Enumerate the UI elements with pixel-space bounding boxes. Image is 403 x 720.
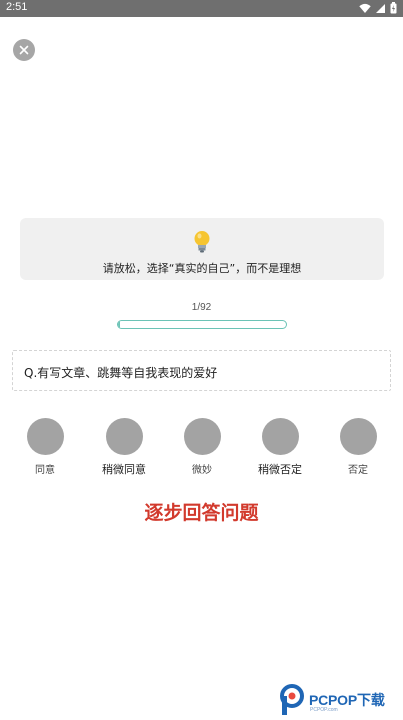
option-label: 微妙 (192, 465, 212, 476)
option-label: 稍微同意 (102, 463, 146, 476)
option-slightly-disagree[interactable]: 稍微否定 (250, 418, 310, 477)
tip-text: 请放松，选择“真实的自己”，而不是理想 (102, 262, 302, 275)
option-circle[interactable] (261, 418, 299, 455)
progress-fill (118, 321, 120, 328)
close-button[interactable] (13, 39, 35, 61)
option-neutral[interactable]: 微妙 (172, 418, 232, 476)
option-circle[interactable] (339, 418, 377, 455)
option-circle[interactable] (26, 418, 64, 455)
tip-card: 请放松，选择“真实的自己”，而不是理想 (20, 218, 384, 280)
question-card: Q.有写文章、跳舞等自我表现的爱好 (12, 350, 391, 391)
progress-bar (117, 320, 287, 329)
progress-counter: 1/92 (191, 302, 212, 313)
question-text: Q.有写文章、跳舞等自我表现的爱好 (24, 366, 218, 380)
option-agree[interactable]: 同意 (15, 418, 75, 476)
watermark-sub: PCPOP.com (310, 707, 338, 713)
option-circle[interactable] (105, 418, 143, 455)
status-bar: 2:51 (0, 0, 403, 17)
option-slightly-agree[interactable]: 稍微同意 (94, 418, 154, 477)
option-label: 否定 (348, 465, 368, 476)
caption-banner: 逐步回答问题 (144, 502, 259, 524)
option-disagree[interactable]: 否定 (328, 418, 388, 476)
answer-options: 同意 稍微同意 微妙 稍微否定 否定 (0, 418, 403, 478)
option-label: 稍微否定 (258, 463, 302, 476)
close-icon (19, 45, 29, 55)
pcpop-logo-icon (280, 684, 304, 715)
lightbulb-icon (194, 231, 210, 253)
option-label: 同意 (35, 465, 55, 476)
status-time: 2:51 (6, 1, 28, 13)
wifi-icon (359, 3, 371, 13)
option-circle[interactable] (183, 418, 221, 455)
battery-icon (390, 2, 397, 14)
watermark: PCPOP下载 PCPOP.com (279, 684, 401, 718)
signal-icon (376, 3, 385, 13)
status-icons (359, 2, 397, 14)
